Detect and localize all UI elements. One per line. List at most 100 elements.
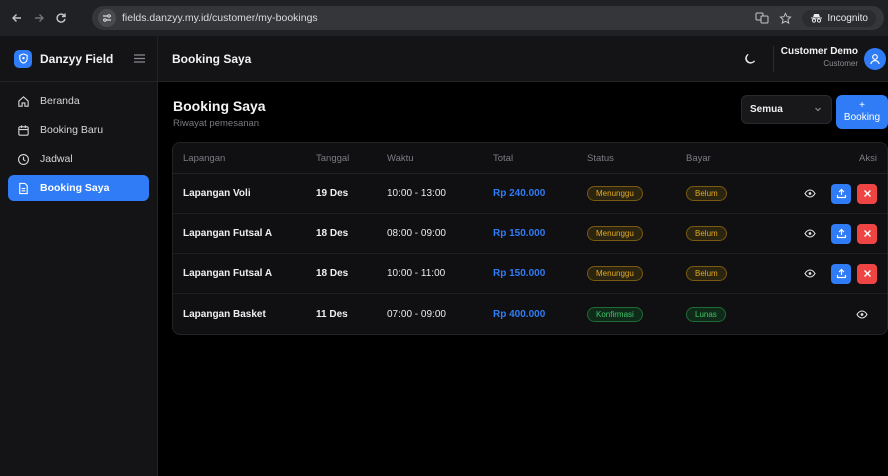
header-title: Booking Saya xyxy=(172,51,252,66)
brand-name: Danzyy Field xyxy=(40,51,114,66)
top-header: Booking Saya Customer Demo Customer xyxy=(158,36,888,82)
incognito-label: Incognito xyxy=(827,12,868,24)
site-settings-icon[interactable] xyxy=(98,9,116,27)
upload-payment-button[interactable] xyxy=(831,183,851,204)
new-booking-label: Booking xyxy=(843,112,881,123)
cell-lapangan: Lapangan Voli xyxy=(183,188,251,199)
incognito-badge[interactable]: Incognito xyxy=(802,9,876,27)
table-row: Lapangan Voli 19 Des 10:00 - 13:00 Rp 24… xyxy=(173,174,887,214)
cell-total: Rp 400.000 xyxy=(493,308,546,320)
payment-badge: Belum xyxy=(686,266,727,281)
main-content: Booking Saya Riwayat pemesanan Semua + B… xyxy=(158,82,888,476)
view-eye-icon[interactable] xyxy=(801,265,819,283)
upload-payment-button[interactable] xyxy=(831,263,851,284)
browser-toolbar: fields.danzyy.my.id/customer/my-bookings… xyxy=(0,0,888,36)
column-header: Tanggal xyxy=(316,152,350,164)
sidebar-menu: Beranda Booking Baru Jadwal Booking Saya xyxy=(0,82,157,210)
cell-waktu: 07:00 - 09:00 xyxy=(387,308,446,320)
status-badge: Menunggu xyxy=(587,226,643,241)
payment-badge: Lunas xyxy=(686,306,726,322)
incognito-icon xyxy=(811,14,823,23)
brand-logo-icon xyxy=(14,49,32,68)
row-actions xyxy=(801,183,877,204)
close-icon xyxy=(863,270,871,277)
chevron-down-icon xyxy=(813,104,823,114)
cell-tanggal: 18 Des xyxy=(316,228,349,239)
table-row: Lapangan Futsal A 18 Des 10:00 - 11:00 R… xyxy=(173,254,887,294)
cell-tanggal: 11 Des xyxy=(316,308,348,320)
column-header: Aksi xyxy=(859,152,877,164)
column-header: Bayar xyxy=(686,152,711,164)
close-icon xyxy=(863,190,871,197)
address-bar[interactable]: fields.danzyy.my.id/customer/my-bookings… xyxy=(92,6,884,30)
upload-payment-button[interactable] xyxy=(831,223,851,244)
cell-lapangan: Lapangan Futsal A xyxy=(183,228,273,239)
page-title: Booking Saya xyxy=(173,98,266,114)
avatar[interactable] xyxy=(864,48,886,70)
status-badge: Menunggu xyxy=(587,186,643,201)
sidebar-item-booking-saya[interactable]: Booking Saya xyxy=(8,175,149,201)
browser-nav xyxy=(6,7,72,29)
back-icon[interactable] xyxy=(6,7,28,29)
row-actions xyxy=(801,263,877,284)
close-icon xyxy=(863,230,871,237)
sidebar-item-label: Booking Saya xyxy=(40,182,110,194)
clock-icon xyxy=(16,152,30,166)
header-divider xyxy=(773,46,774,72)
new-booking-button[interactable]: + Booking xyxy=(836,95,888,129)
cancel-booking-button[interactable] xyxy=(857,223,877,244)
status-filter-select[interactable]: Semua xyxy=(741,95,832,124)
column-header: Total xyxy=(493,152,514,164)
cell-waktu: 10:00 - 13:00 xyxy=(387,188,446,199)
home-icon xyxy=(16,94,30,108)
sidebar-item-label: Jadwal xyxy=(40,153,73,165)
column-header: Status xyxy=(587,152,614,164)
sidebar: Danzyy Field Beranda Booking Baru Jadwal xyxy=(0,36,158,476)
user-icon xyxy=(870,54,880,65)
upload-icon xyxy=(836,268,846,279)
view-eye-icon[interactable] xyxy=(801,225,819,243)
column-header: Waktu xyxy=(387,152,414,164)
filter-value: Semua xyxy=(750,104,783,115)
view-eye-icon[interactable] xyxy=(853,305,871,323)
menu-toggle-icon[interactable] xyxy=(134,54,145,63)
view-eye-icon[interactable] xyxy=(801,185,819,203)
cell-total: Rp 240.000 xyxy=(493,188,546,199)
sidebar-item-booking-baru[interactable]: Booking Baru xyxy=(8,117,149,143)
cell-waktu: 10:00 - 11:00 xyxy=(387,268,446,279)
sidebar-item-beranda[interactable]: Beranda xyxy=(8,88,149,114)
cell-total: Rp 150.000 xyxy=(493,228,546,239)
theme-toggle-moon-icon[interactable] xyxy=(740,49,760,69)
cancel-booking-button[interactable] xyxy=(857,263,877,284)
table-row: Lapangan Basket 11 Des 07:00 - 09:00 Rp … xyxy=(173,294,887,334)
page-subtitle: Riwayat pemesanan xyxy=(173,118,260,129)
url-text[interactable]: fields.danzyy.my.id/customer/my-bookings xyxy=(122,12,318,24)
table-header: Lapangan Tanggal Waktu Total Status Baya… xyxy=(173,143,887,174)
reload-icon[interactable] xyxy=(50,7,72,29)
row-actions xyxy=(801,223,877,244)
column-header: Lapangan xyxy=(183,152,226,164)
sidebar-item-label: Booking Baru xyxy=(40,124,104,136)
upload-icon xyxy=(836,228,846,239)
cell-total: Rp 150.000 xyxy=(493,268,546,279)
translate-icon[interactable] xyxy=(755,11,769,25)
plus-icon: + xyxy=(859,100,865,111)
status-badge: Menunggu xyxy=(587,266,643,281)
cancel-booking-button[interactable] xyxy=(857,183,877,204)
status-badge: Konfirmasi xyxy=(587,306,643,322)
payment-badge: Belum xyxy=(686,226,727,241)
table-row: Lapangan Futsal A 18 Des 08:00 - 09:00 R… xyxy=(173,214,887,254)
cell-waktu: 08:00 - 09:00 xyxy=(387,228,446,239)
bookmark-star-icon[interactable] xyxy=(779,11,793,25)
sidebar-item-jadwal[interactable]: Jadwal xyxy=(8,146,149,172)
sidebar-item-label: Beranda xyxy=(40,95,80,107)
bookings-table: Lapangan Tanggal Waktu Total Status Baya… xyxy=(172,142,888,335)
document-icon xyxy=(16,181,30,195)
cell-tanggal: 19 Des xyxy=(316,188,349,199)
user-name: Customer Demo xyxy=(780,46,858,57)
upload-icon xyxy=(836,188,846,199)
forward-icon[interactable] xyxy=(28,7,50,29)
user-info[interactable]: Customer Demo Customer xyxy=(781,46,858,68)
payment-badge: Belum xyxy=(686,186,727,201)
cell-tanggal: 18 Des xyxy=(316,268,349,279)
